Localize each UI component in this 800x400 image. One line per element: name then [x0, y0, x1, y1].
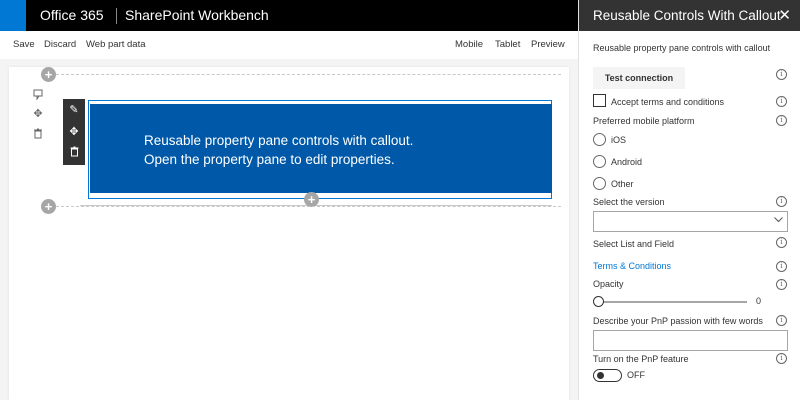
- opacity-value: 0: [756, 296, 762, 306]
- canvas: + ✥ ✎ ✥ Reusable property pane controls …: [9, 67, 569, 400]
- command-bar: Save Discard Web part data Mobile Tablet…: [0, 31, 578, 59]
- move-icon[interactable]: ✥: [63, 121, 85, 143]
- tablet-preview-button[interactable]: Tablet: [495, 31, 520, 59]
- save-button[interactable]: Save: [13, 31, 35, 59]
- opacity-slider-track[interactable]: [598, 301, 747, 303]
- suite-bar: Office 365 SharePoint Workbench: [0, 0, 578, 31]
- webpart-toolbar: ✎ ✥: [63, 99, 85, 165]
- platform-radio-android[interactable]: [593, 155, 606, 168]
- describe-input[interactable]: [593, 330, 788, 351]
- opacity-label: Opacity: [593, 279, 624, 289]
- trash-icon[interactable]: [63, 143, 85, 165]
- section-divider-bottom: [56, 206, 561, 207]
- mobile-preview-button[interactable]: Mobile: [455, 31, 483, 59]
- platform-radio-ios[interactable]: [593, 133, 606, 146]
- webpart-text-line-2: Open the property pane to edit propertie…: [144, 152, 395, 167]
- info-icon[interactable]: i: [776, 115, 787, 126]
- accept-terms-checkbox[interactable]: [593, 94, 606, 107]
- info-icon[interactable]: i: [776, 237, 787, 248]
- platform-option-label: iOS: [611, 135, 627, 145]
- info-icon[interactable]: i: [776, 261, 787, 272]
- app-title: SharePoint Workbench: [125, 7, 269, 23]
- app-launcher-button[interactable]: [0, 0, 26, 31]
- section-move-icon[interactable]: ✥: [31, 107, 45, 121]
- platform-radio-other[interactable]: [593, 177, 606, 190]
- chevron-down-icon: [774, 215, 783, 226]
- feature-label: Turn on the PnP feature: [593, 354, 689, 364]
- add-section-bottom-icon[interactable]: +: [41, 199, 56, 214]
- workbench-window: Office 365 SharePoint Workbench Save Dis…: [0, 0, 800, 400]
- info-icon[interactable]: i: [776, 315, 787, 326]
- property-pane-header: Reusable Controls With Callout ✕: [579, 0, 800, 31]
- section-divider: [56, 74, 561, 75]
- property-pane-title: Reusable Controls With Callout: [593, 8, 781, 23]
- toggle-state-label: OFF: [627, 370, 645, 380]
- describe-label: Describe your PnP passion with few words: [593, 316, 763, 326]
- property-pane-description: Reusable property pane controls with cal…: [593, 43, 771, 53]
- webpart-text-line-1: Reusable property pane controls with cal…: [144, 133, 414, 148]
- platform-option-label: Other: [611, 179, 634, 189]
- webpart[interactable]: Reusable property pane controls with cal…: [90, 104, 552, 193]
- suite-separator: [116, 8, 117, 24]
- info-icon[interactable]: i: [776, 96, 787, 107]
- info-icon[interactable]: i: [776, 69, 787, 80]
- property-pane: Reusable Controls With Callout ✕ Reusabl…: [578, 0, 800, 400]
- pencil-icon[interactable]: ✎: [63, 99, 85, 121]
- test-connection-button[interactable]: Test connection: [593, 67, 685, 89]
- canvas-area: + ✥ ✎ ✥ Reusable property pane controls …: [0, 59, 578, 400]
- brand-label[interactable]: Office 365: [40, 0, 104, 31]
- web-part-data-button[interactable]: Web part data: [86, 31, 146, 59]
- discard-button[interactable]: Discard: [44, 31, 76, 59]
- version-dropdown[interactable]: [593, 211, 788, 232]
- list-field-label: Select List and Field: [593, 239, 675, 249]
- opacity-slider-thumb[interactable]: [593, 296, 604, 307]
- info-icon[interactable]: i: [776, 353, 787, 364]
- info-icon[interactable]: i: [776, 196, 787, 207]
- section-delete-icon[interactable]: [31, 128, 45, 142]
- info-icon[interactable]: i: [776, 279, 787, 290]
- toggle-knob: [597, 372, 604, 379]
- add-section-icon[interactable]: +: [41, 67, 56, 82]
- version-label: Select the version: [593, 197, 665, 207]
- close-icon[interactable]: ✕: [778, 0, 791, 31]
- platform-option-label: Android: [611, 157, 643, 167]
- pnp-feature-toggle[interactable]: [593, 369, 622, 382]
- platform-label: Preferred mobile platform: [593, 116, 695, 126]
- preview-button[interactable]: Preview: [531, 31, 565, 59]
- section-edit-icon[interactable]: [31, 89, 45, 103]
- terms-link[interactable]: Terms & Conditions: [593, 261, 671, 271]
- accept-terms-label: Accept terms and conditions: [611, 97, 725, 107]
- add-webpart-icon[interactable]: +: [304, 192, 319, 207]
